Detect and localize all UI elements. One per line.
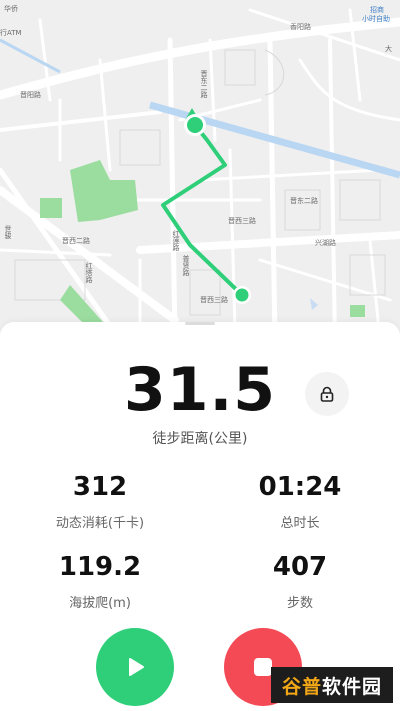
start-marker bbox=[187, 117, 203, 133]
watermark-part1: 谷普 bbox=[281, 675, 322, 698]
stat-steps: 407 步数 bbox=[220, 554, 380, 611]
sheet-drag-handle[interactable] bbox=[185, 322, 215, 325]
steps-value: 407 bbox=[272, 552, 328, 582]
climb-value: 119.2 bbox=[58, 552, 142, 582]
stat-climb: 119.2 海拔爬(m) bbox=[20, 554, 180, 611]
map-label-road3: 晋西三路 bbox=[200, 296, 228, 304]
map-view[interactable]: 华侨 行ATM 小时自助 招商 大 晋阳路 香阳路 晋东二路 兴湖路 晋西二路 … bbox=[0, 0, 400, 340]
workout-summary-sheet: 31.5 徒步距离(公里) 312 动态消耗(千卡) 01:24 总时长 119… bbox=[0, 322, 400, 711]
stat-calories: 312 动态消耗(千卡) bbox=[20, 474, 180, 531]
steps-label: 步数 bbox=[286, 596, 313, 611]
map-label-road9: 晋西三路 bbox=[228, 217, 256, 225]
calories-value: 312 bbox=[72, 472, 128, 502]
map-label-xiangyang: 香阳路 bbox=[290, 23, 311, 31]
map-label-road2: 晋东二路 bbox=[290, 197, 318, 205]
map-label-road6: 红塔路 bbox=[85, 262, 93, 283]
map-label-da: 大 bbox=[385, 45, 392, 53]
map-label-jingjin: 晋阳路 bbox=[20, 91, 41, 99]
map-label-atm: 行ATM bbox=[0, 29, 22, 37]
watermark-part2: 软件园 bbox=[322, 675, 383, 698]
map-label-shishang: 世骏 bbox=[4, 225, 12, 239]
map-canvas bbox=[0, 0, 400, 340]
map-label-road5: 普贤路 bbox=[182, 255, 190, 276]
play-icon bbox=[129, 658, 144, 676]
map-label-road7: 晋东二路 bbox=[200, 70, 208, 98]
climb-label: 海拔爬(m) bbox=[69, 596, 131, 611]
lock-button[interactable] bbox=[305, 372, 349, 416]
map-label-road1: 晋西二路 bbox=[62, 237, 90, 245]
map-label-zhaoshang: 招商 bbox=[370, 6, 384, 14]
stat-duration: 01:24 总时长 bbox=[220, 474, 380, 531]
map-label-road4: 红莲路 bbox=[172, 230, 180, 251]
map-label-xiaoshi: 小时自助 bbox=[362, 15, 390, 23]
watermark-logo: 谷普 软件园 bbox=[271, 667, 393, 703]
map-label-huaqiao: 华侨 bbox=[4, 5, 18, 13]
duration-label: 总时长 bbox=[280, 516, 320, 531]
calories-label: 动态消耗(千卡) bbox=[55, 516, 145, 531]
distance-label: 徒步距离(公里) bbox=[152, 431, 248, 447]
lock-icon bbox=[320, 386, 334, 402]
map-label-road8: 兴湖路 bbox=[315, 239, 336, 247]
duration-value: 01:24 bbox=[258, 472, 342, 502]
resume-button[interactable] bbox=[96, 628, 174, 706]
end-marker bbox=[235, 288, 249, 302]
